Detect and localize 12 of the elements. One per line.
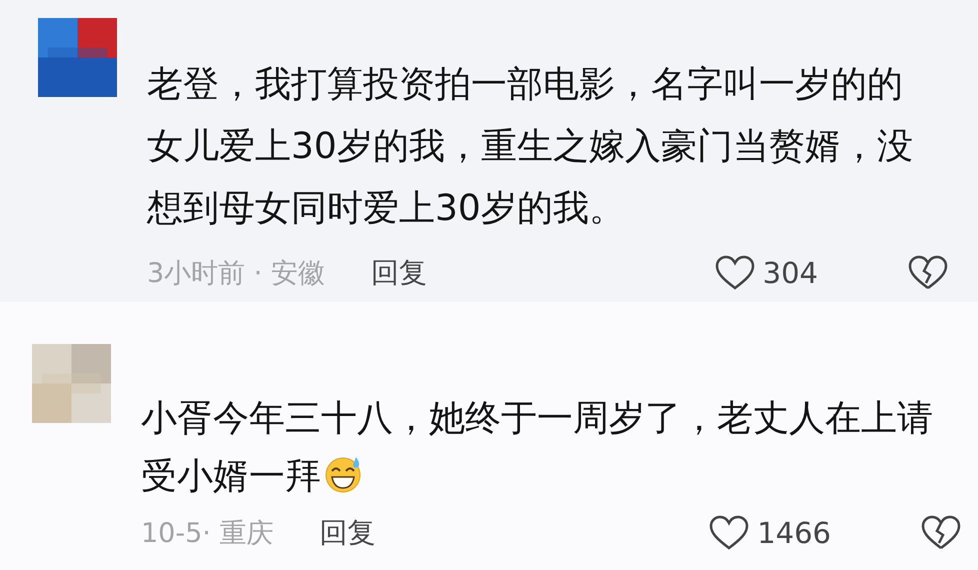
- comment-text: 小胥今年三十八，她终于一周岁了，老丈人在上请受小婿一拜: [141, 397, 934, 499]
- heart-icon: [714, 255, 755, 291]
- broken-heart-icon[interactable]: [908, 255, 948, 291]
- comment-text: 老登，我打算投资拍一部电影，名字叫一岁的的女儿爱上30岁的我，重生之嫁入豪门当赘婿，没想到母女同时爱上30岁的我。: [147, 63, 914, 231]
- like-button[interactable]: 304: [714, 255, 818, 291]
- comment-meta: 10-5· 重庆: [141, 517, 274, 551]
- reply-button[interactable]: 回复: [319, 514, 376, 552]
- comment-meta: 3小时前 · 安徽: [147, 257, 325, 291]
- heart-icon: [709, 515, 750, 551]
- like-button[interactable]: 1466: [709, 515, 831, 551]
- reply-button[interactable]: 回复: [370, 254, 427, 292]
- broken-heart-icon[interactable]: [921, 515, 961, 551]
